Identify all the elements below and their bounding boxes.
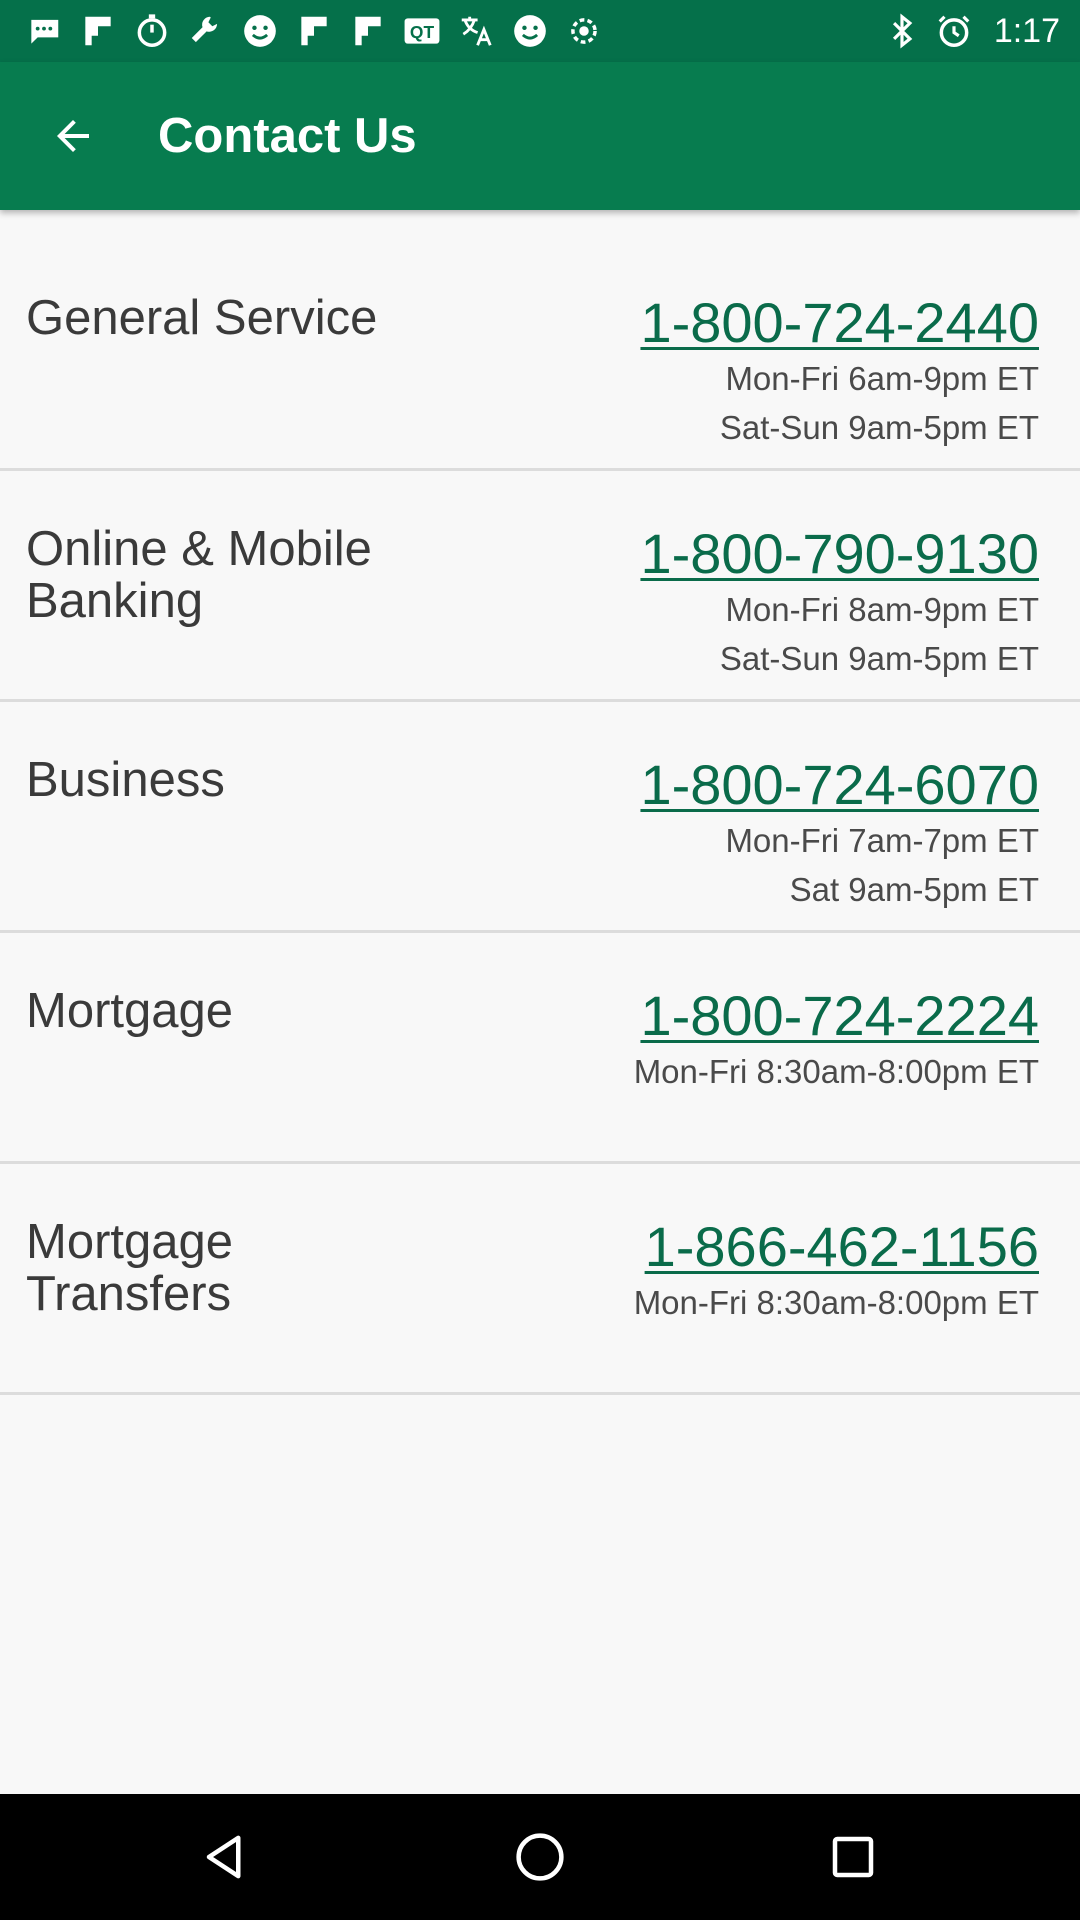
hours-text: Sat-Sun 9am-5pm ET: [719, 409, 1039, 446]
phone-link[interactable]: 1-866-462-1156: [634, 1216, 1039, 1278]
home-circle-icon: [516, 1833, 564, 1881]
wrench-icon: [186, 11, 226, 51]
svg-text:QT: QT: [410, 22, 435, 42]
contact-details: 1-866-462-1156 Mon-Fri 8:30am-8:00pm ET: [634, 1216, 1039, 1327]
hours-text: Mon-Fri 7am-7pm ET: [725, 822, 1039, 859]
contact-details: 1-800-724-2224 Mon-Fri 8:30am-8:00pm ET: [634, 985, 1039, 1096]
smiley-icon: [240, 11, 280, 51]
contact-list: General Service 1-800-724-2440 Mon-Fri 6…: [0, 240, 1080, 1395]
qt-icon: QT: [402, 11, 442, 51]
contact-details: 1-800-724-6070 Mon-Fri 7am-7pm ET Sat 9a…: [640, 754, 1039, 914]
nav-recents-button[interactable]: [793, 1797, 913, 1917]
phone-link[interactable]: 1-800-724-6070: [640, 754, 1039, 816]
alarm-icon: [934, 11, 974, 51]
contact-row-mortgage: Mortgage 1-800-724-2224 Mon-Fri 8:30am-8…: [0, 933, 1080, 1164]
flipboard-icon: [294, 11, 334, 51]
hours-text: Mon-Fri 8am-9pm ET: [725, 591, 1039, 628]
phone-link[interactable]: 1-800-724-2440: [640, 292, 1039, 354]
contact-row-general-service: General Service 1-800-724-2440 Mon-Fri 6…: [0, 240, 1080, 471]
contact-label: General Service: [26, 291, 378, 345]
contact-row-business: Business 1-800-724-6070 Mon-Fri 7am-7pm …: [0, 702, 1080, 933]
translate-icon: [456, 11, 496, 51]
contact-label: Mortgage: [26, 984, 234, 1038]
nav-back-button[interactable]: [167, 1797, 287, 1917]
smiley-icon: [510, 11, 550, 51]
notification-icons: QT: [24, 11, 882, 51]
stopwatch-icon: [132, 11, 172, 51]
contact-row-mortgage-transfers: Mortgage Transfers 1-866-462-1156 Mon-Fr…: [0, 1164, 1080, 1395]
status-time: 1:17: [993, 11, 1060, 50]
chat-icon: [24, 11, 64, 51]
hours-text: Mon-Fri 6am-9pm ET: [725, 360, 1039, 397]
back-button[interactable]: [23, 86, 123, 186]
hours-text: Sat-Sun 9am-5pm ET: [719, 640, 1039, 677]
hours-text: Sat 9am-5pm ET: [789, 871, 1039, 908]
flipboard-icon: [78, 11, 118, 51]
contact-details: 1-800-790-9130 Mon-Fri 8am-9pm ET Sat-Su…: [640, 523, 1039, 683]
phone-link[interactable]: 1-800-724-2224: [634, 985, 1039, 1047]
app-bar: Contact Us: [0, 62, 1080, 210]
system-status: 1:17: [882, 11, 1060, 51]
status-bar: QT 1:17: [0, 0, 1080, 62]
contact-label: Online & Mobile Banking: [26, 522, 372, 628]
phone-link[interactable]: 1-800-790-9130: [640, 523, 1039, 585]
system-nav-bar: [0, 1794, 1080, 1920]
contact-label: Mortgage Transfers: [26, 1215, 234, 1321]
page-title: Contact Us: [158, 109, 417, 163]
contact-label: Business: [26, 753, 225, 807]
hours-text: Mon-Fri 8:30am-8:00pm ET: [633, 1053, 1039, 1090]
recents-square-icon: [833, 1836, 874, 1878]
flipboard-icon: [348, 11, 388, 51]
hours-text: Mon-Fri 8:30am-8:00pm ET: [633, 1284, 1039, 1321]
contact-details: 1-800-724-2440 Mon-Fri 6am-9pm ET Sat-Su…: [640, 292, 1039, 452]
back-triangle-icon: [206, 1835, 241, 1879]
nav-home-button[interactable]: [480, 1797, 600, 1917]
bluetooth-icon: [882, 11, 922, 51]
gear-icon: [564, 11, 604, 51]
arrow-back-icon: [57, 120, 89, 152]
contact-row-online-mobile-banking: Online & Mobile Banking 1-800-790-9130 M…: [0, 471, 1080, 702]
